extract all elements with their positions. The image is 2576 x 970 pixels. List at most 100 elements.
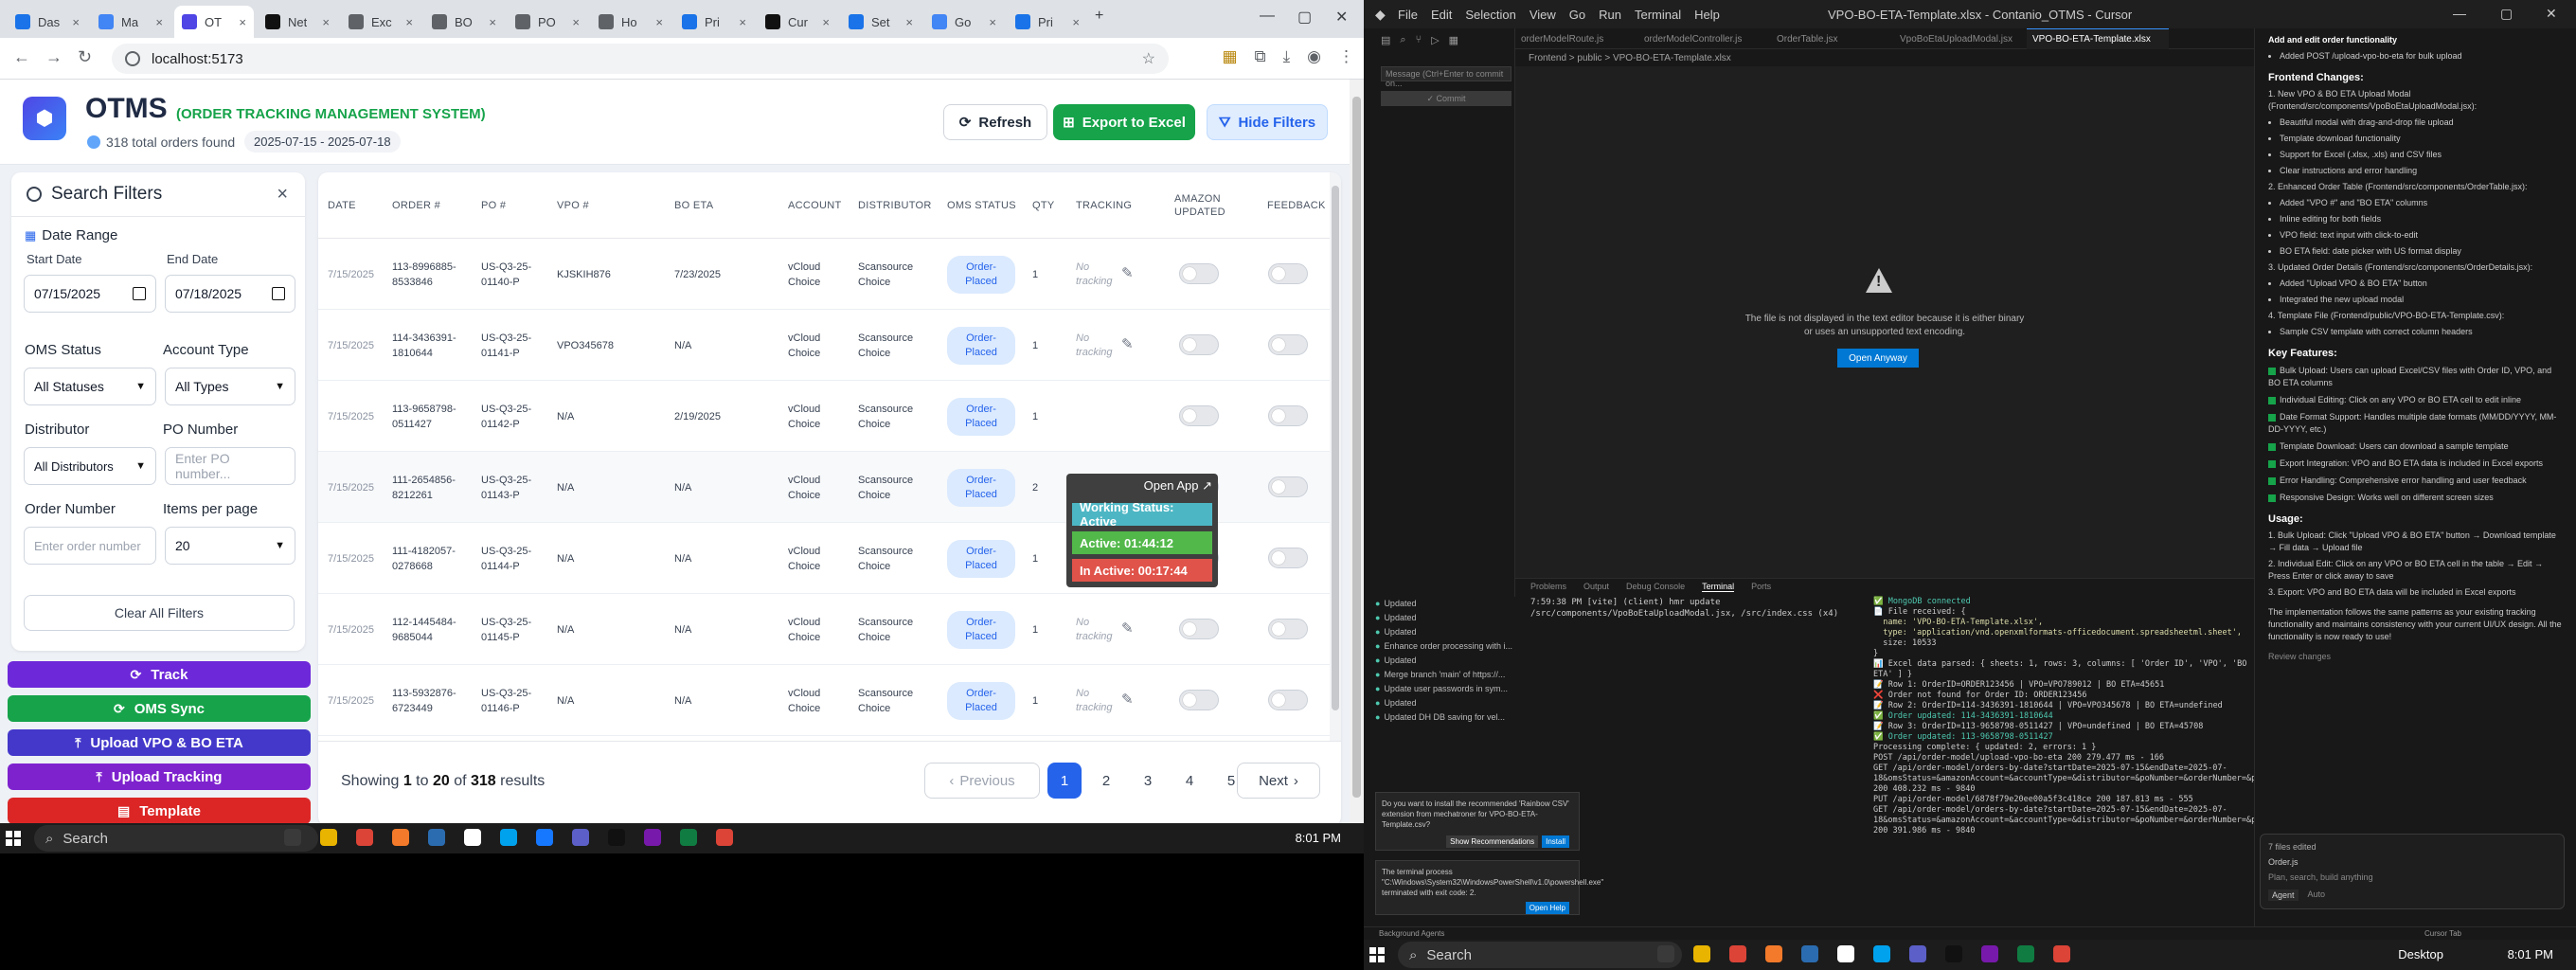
browser-tab[interactable]: OT × — [174, 6, 254, 38]
windows-start-icon[interactable] — [6, 831, 21, 846]
column-header-vpo[interactable]: VPO # — [557, 172, 589, 239]
close-tab-icon[interactable]: × — [816, 15, 830, 29]
menu-edit[interactable]: Edit — [1431, 8, 1452, 22]
bo-eta-value[interactable]: N/A — [674, 310, 769, 381]
onenote-icon[interactable] — [644, 829, 661, 846]
close-tab-icon[interactable]: × — [233, 15, 246, 29]
menu-view[interactable]: View — [1530, 8, 1556, 22]
open-app-link[interactable]: Open App ↗ — [1144, 478, 1212, 494]
show-recommendations-button[interactable]: Show Recommendations — [1446, 835, 1539, 848]
scm-commit-item[interactable]: ● Updated — [1375, 611, 1515, 625]
amazon-updated-toggle[interactable] — [1179, 690, 1219, 710]
close-tab-icon[interactable]: × — [483, 15, 496, 29]
agent-mode-select[interactable]: Agent — [2268, 889, 2299, 901]
review-changes-link[interactable]: Review changes — [2268, 651, 2563, 663]
file-explorer-icon[interactable] — [320, 829, 337, 846]
vpo-value[interactable]: N/A — [557, 452, 661, 523]
close-tab-icon[interactable]: × — [900, 15, 913, 29]
column-header-amazon-updated[interactable]: AMAZON UPDATED — [1174, 172, 1231, 239]
amazon-updated-toggle[interactable] — [1179, 619, 1219, 639]
profile-icon[interactable]: ◉ — [1307, 47, 1321, 66]
feedback-toggle[interactable] — [1268, 476, 1308, 497]
chrome-icon[interactable] — [716, 829, 733, 846]
cursor-icon[interactable] — [1945, 945, 1962, 962]
oms-sync-button[interactable]: ⟳ OMS Sync — [8, 695, 311, 722]
upload-tracking-button[interactable]: ⤒ Upload Tracking — [8, 763, 311, 790]
extensions-icon[interactable]: ▦ — [1449, 34, 1458, 46]
task-view-icon[interactable] — [1657, 945, 1674, 962]
git-icon[interactable]: ⑂ — [1416, 34, 1422, 46]
export-excel-button[interactable]: ⊞ Export to Excel — [1053, 104, 1195, 140]
panel-tab-ports[interactable]: Ports — [1751, 582, 1771, 592]
amazon-updated-toggle[interactable] — [1179, 405, 1219, 426]
back-icon[interactable]: ← — [13, 47, 30, 67]
browser-tab[interactable]: Cur × — [758, 6, 837, 38]
app-icon[interactable] — [428, 829, 445, 846]
download-icon[interactable]: ⤓ — [1283, 47, 1291, 66]
refresh-button[interactable]: ⟳ Refresh — [943, 104, 1047, 140]
forward-icon[interactable]: → — [45, 47, 63, 67]
firefox-icon[interactable] — [1765, 945, 1782, 962]
scm-commit-item[interactable]: ● Updated DH DB saving for vel... — [1375, 710, 1515, 725]
page-button-1[interactable]: 1 — [1047, 763, 1082, 799]
app-icon[interactable] — [1801, 945, 1818, 962]
app-icon[interactable] — [464, 829, 481, 846]
install-button[interactable]: Install — [1542, 835, 1569, 848]
order-number-input[interactable]: Enter order number — [24, 527, 156, 565]
column-header-account[interactable]: ACCOUNT — [788, 172, 842, 239]
extension-icon[interactable]: ▦ — [1222, 47, 1237, 66]
next-page-button[interactable]: Next › — [1237, 763, 1320, 799]
panel-tab-output[interactable]: Output — [1583, 582, 1609, 592]
model-select[interactable]: Auto — [2308, 889, 2326, 901]
taskbar-clock[interactable]: 8:01 PM — [2508, 947, 2553, 961]
menu-help[interactable]: Help — [1694, 8, 1720, 22]
bo-eta-value[interactable]: N/A — [674, 523, 769, 594]
vpo-value[interactable]: N/A — [557, 523, 661, 594]
column-header-po[interactable]: PO # — [481, 172, 506, 239]
close-tab-icon[interactable]: × — [66, 15, 80, 29]
upload-vpo-bo-eta-button[interactable]: ⤒ Upload VPO & BO ETA — [8, 729, 311, 756]
terminal-frontend[interactable]: 7:59:38 PM [vite] (client) hmr update /s… — [1530, 597, 1843, 620]
chrome-icon[interactable] — [2053, 945, 2070, 962]
column-header-qty[interactable]: QTY — [1032, 172, 1055, 239]
feedback-toggle[interactable] — [1268, 263, 1308, 284]
close-tab-icon[interactable]: × — [1066, 15, 1080, 29]
chrome-icon[interactable] — [1729, 945, 1746, 962]
editor-tab[interactable]: orderModelController.js — [1638, 28, 1767, 49]
vpo-value[interactable]: N/A — [557, 381, 661, 452]
column-header-oms-status[interactable]: OMS STATUS — [947, 172, 1016, 239]
desktop-label[interactable]: Desktop — [2398, 947, 2443, 961]
template-button[interactable]: ▤ Template — [8, 798, 311, 824]
page-button-4[interactable]: 4 — [1172, 763, 1207, 799]
taskbar-search[interactable]: ⌕ Search — [34, 825, 318, 852]
close-tab-icon[interactable]: × — [150, 15, 163, 29]
scm-commit-item[interactable]: ● Update user passwords in sym... — [1375, 682, 1515, 696]
commit-message-input[interactable]: Message (Ctrl+Enter to commit on... — [1381, 66, 1512, 88]
column-header-bo-eta[interactable]: BO ETA — [674, 172, 713, 239]
column-header-order[interactable]: ORDER # — [392, 172, 440, 239]
close-tab-icon[interactable]: × — [566, 15, 580, 29]
editor-tab[interactable]: OrderTable.jsx — [1771, 28, 1890, 49]
extensions-puzzle-icon[interactable]: ⧉ — [1255, 47, 1266, 66]
close-icon[interactable]: ✕ — [1335, 8, 1348, 27]
feedback-toggle[interactable] — [1268, 548, 1308, 568]
account-type-select[interactable]: All Types ▼ — [165, 368, 295, 405]
oms-status-select[interactable]: All Statuses ▼ — [24, 368, 156, 405]
maximize-icon[interactable]: ▢ — [2500, 6, 2513, 22]
taskbar-clock[interactable]: 8:01 PM — [1296, 831, 1341, 845]
status-left[interactable]: Background Agents — [1379, 929, 1444, 938]
scm-commit-item[interactable]: ● Updated — [1375, 625, 1515, 639]
edit-pencil-icon[interactable]: ✎ — [1121, 335, 1134, 352]
open-help-button[interactable]: Open Help — [1525, 902, 1569, 914]
menu-run[interactable]: Run — [1599, 8, 1621, 22]
clear-filters-button[interactable]: Clear All Filters — [24, 595, 295, 631]
chrome-icon[interactable] — [356, 829, 373, 846]
menu-selection[interactable]: Selection — [1465, 8, 1515, 22]
address-bar[interactable]: localhost:5173 ☆ — [112, 44, 1169, 74]
task-view-icon[interactable] — [284, 829, 301, 846]
excel-icon[interactable] — [680, 829, 697, 846]
feedback-toggle[interactable] — [1268, 619, 1308, 639]
po-number-input[interactable]: Enter PO number... — [165, 447, 295, 485]
close-tab-icon[interactable]: × — [983, 15, 996, 29]
column-header-date[interactable]: DATE — [328, 172, 356, 239]
